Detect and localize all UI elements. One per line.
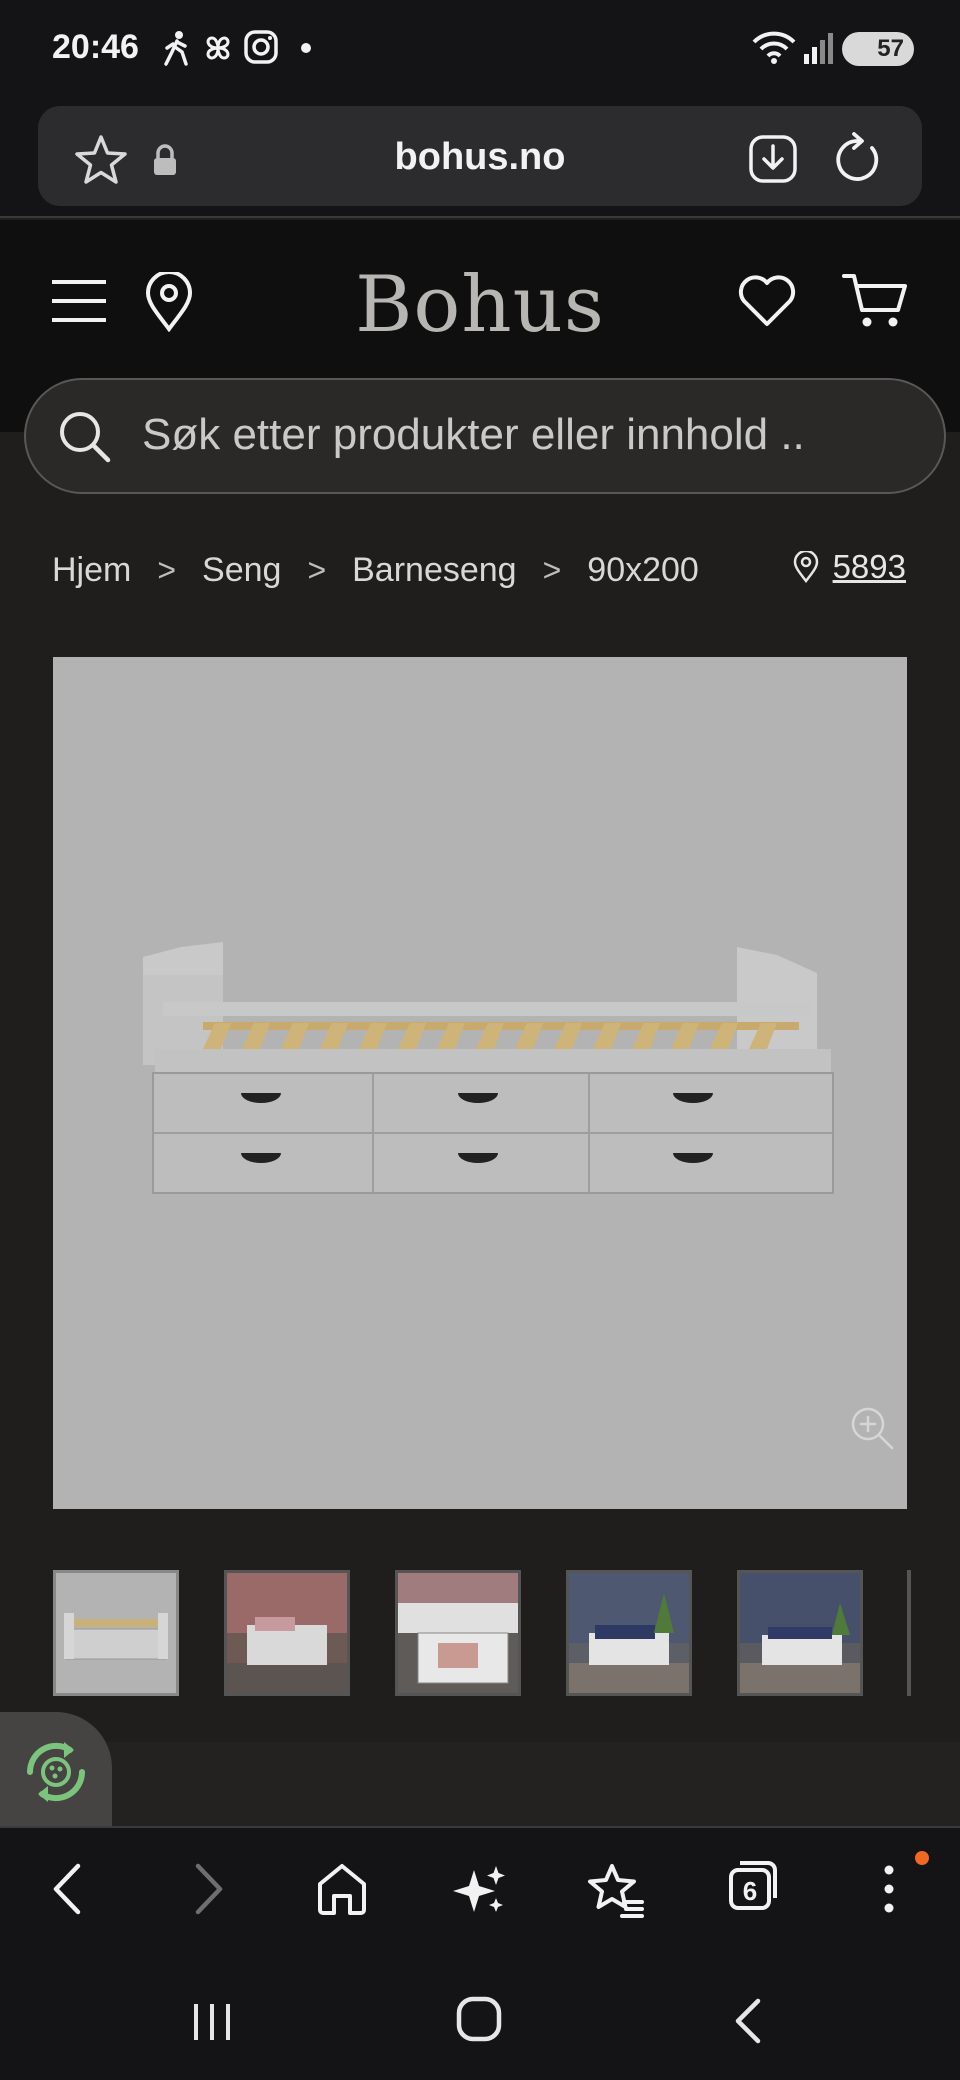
system-back-icon[interactable]	[732, 1998, 764, 2044]
ai-sparkle-icon[interactable]	[452, 1862, 508, 1918]
status-time: 20:46	[52, 28, 139, 66]
browser-address-area: bohus.no	[0, 100, 960, 218]
search-icon	[60, 412, 111, 463]
store-number-link[interactable]: 5893	[793, 548, 906, 586]
status-bar: 20:46 57	[0, 0, 960, 100]
dot-icon	[301, 43, 311, 53]
recent-apps-icon[interactable]	[190, 2002, 234, 2042]
back-arrow-icon[interactable]	[48, 1862, 88, 1916]
breadcrumb-separator: >	[157, 551, 177, 588]
breadcrumb-item-90x200[interactable]: 90x200	[587, 551, 699, 590]
site-logo[interactable]: Bohus	[0, 260, 960, 350]
notification-dot-icon	[915, 1851, 929, 1865]
breadcrumb: Hjem > Seng > Barneseng > 90x200	[52, 548, 699, 592]
system-navigation-bar	[0, 1952, 960, 2080]
wishlist-heart-icon[interactable]	[738, 274, 796, 328]
thumbnail-next-partial[interactable]	[907, 1570, 911, 1696]
thumbnail-bed-pink-room[interactable]	[224, 1570, 350, 1696]
walking-icon	[164, 31, 188, 66]
eco-badge[interactable]	[0, 1712, 112, 1828]
breadcrumb-item-barneseng[interactable]: Barneseng	[352, 551, 516, 590]
wifi-icon	[752, 31, 796, 64]
breadcrumb-item-hjem[interactable]: Hjem	[52, 551, 131, 590]
recycle-leaf-icon	[26, 1742, 86, 1802]
breadcrumb-separator: >	[307, 551, 327, 588]
search-placeholder: Søk etter produkter eller innhold ..	[142, 410, 805, 459]
tabs-button[interactable]: 6	[728, 1860, 778, 1912]
signal-icon	[804, 33, 833, 64]
product-info-panel	[0, 1742, 960, 1826]
bookmarks-star-list-icon[interactable]	[586, 1862, 646, 1918]
zoom-in-icon[interactable]	[849, 1405, 895, 1451]
location-pin-icon	[793, 551, 818, 583]
breadcrumb-item-seng[interactable]: Seng	[202, 551, 281, 590]
thumbnail-bed-product-white[interactable]	[53, 1570, 179, 1696]
url-bar[interactable]: bohus.no	[38, 106, 922, 206]
thumbnail-bed-floral-wallpaper[interactable]	[737, 1570, 863, 1696]
thumbnail-bed-blue-wallpaper[interactable]	[566, 1570, 692, 1696]
forward-arrow-icon[interactable]	[188, 1862, 228, 1916]
reload-icon[interactable]	[832, 132, 884, 186]
pinwheel-icon	[206, 36, 230, 60]
more-options-icon[interactable]	[882, 1864, 896, 1914]
bed-illustration	[143, 942, 834, 1194]
home-icon[interactable]	[316, 1862, 368, 1916]
battery-indicator: 57	[842, 32, 914, 66]
product-image[interactable]	[53, 657, 907, 1509]
shopping-cart-icon[interactable]	[842, 272, 908, 330]
browser-toolbar: 6	[0, 1826, 960, 1952]
store-number[interactable]: 5893	[833, 548, 906, 586]
search-input[interactable]: Søk etter produkter eller innhold ..	[24, 378, 946, 494]
tab-count: 6	[742, 1876, 758, 1906]
home-button-icon[interactable]	[456, 1996, 502, 2042]
instagram-icon	[244, 30, 278, 64]
thumbnail-bed-drawers-open[interactable]	[395, 1570, 521, 1696]
download-icon[interactable]	[748, 134, 798, 184]
breadcrumb-separator: >	[542, 551, 562, 588]
thumbnail-strip	[53, 1570, 913, 1696]
